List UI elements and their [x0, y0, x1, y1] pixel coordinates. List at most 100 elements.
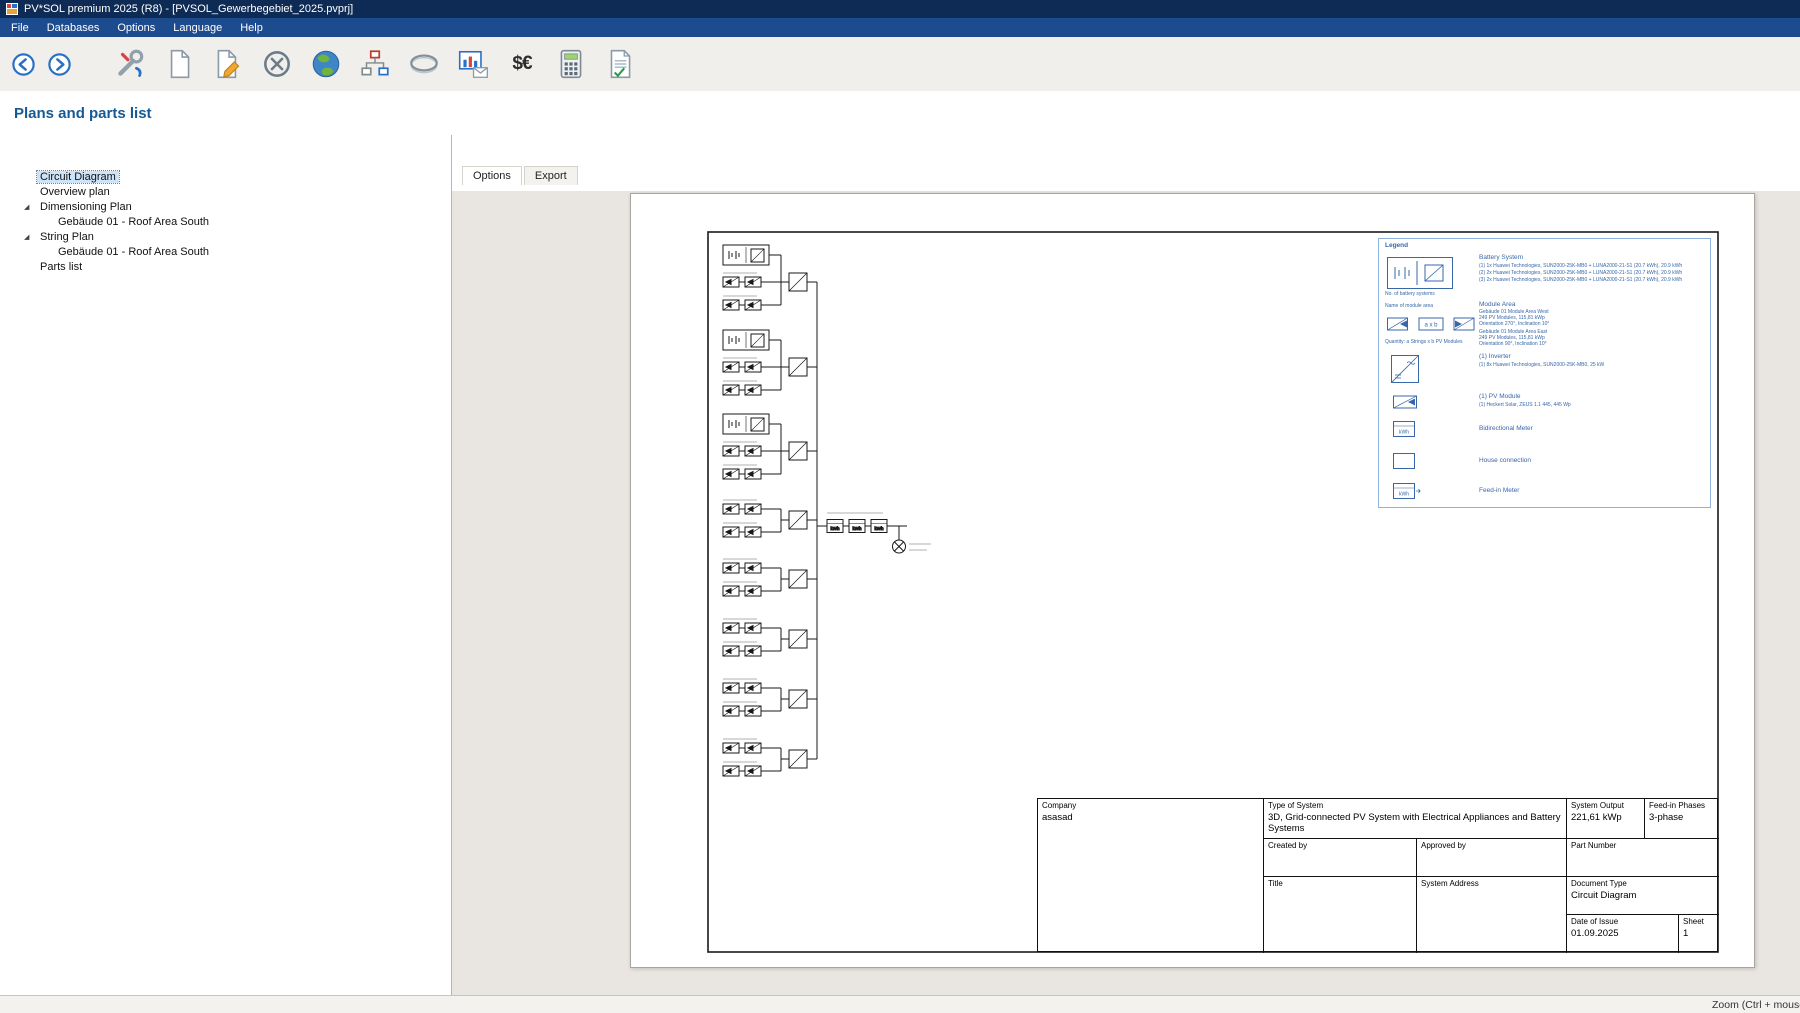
date-of-issue-label: Date of Issue	[1571, 917, 1674, 926]
legend-feed-in-meter-icon: kWh	[1393, 483, 1423, 499]
legend-battery-heading: Battery System	[1479, 254, 1523, 261]
system-output-value: 221,61 kWp	[1571, 813, 1640, 824]
tab-bar: Options Export	[452, 135, 1800, 191]
feed-in-phases-value: 3-phase	[1649, 813, 1715, 824]
back-button[interactable]	[10, 51, 37, 78]
content-area: Circuit Diagram Overview plan ◢ Dimensio…	[0, 135, 1800, 995]
3d-view-button[interactable]	[306, 44, 346, 84]
sheet-label: Sheet	[1683, 917, 1715, 926]
company-label: Company	[1042, 801, 1259, 810]
system-address-label: System Address	[1421, 879, 1562, 888]
horizon-shading-button[interactable]	[404, 44, 444, 84]
tab-export[interactable]: Export	[524, 166, 578, 185]
tree-item-dimensioning-plan[interactable]: ◢ Dimensioning Plan	[0, 199, 451, 214]
project-tools-button[interactable]	[110, 44, 150, 84]
calculator-button[interactable]	[551, 44, 591, 84]
svg-text:a x b: a x b	[1424, 323, 1438, 329]
legend-inverter-heading: (1) Inverter	[1479, 353, 1511, 360]
zoom-hint: Zoom (Ctrl + mouse wheel)	[1712, 999, 1800, 1011]
title-block-title-cell: Title	[1264, 877, 1417, 953]
legend-module-area-heading: Module Area	[1479, 301, 1516, 308]
legend-inverter-icon	[1391, 355, 1419, 383]
legend-inverter-line: (1) 8x Huawei Technologies, SUN2000-25K-…	[1479, 362, 1604, 368]
forward-button[interactable]	[46, 51, 73, 78]
tree-item-overview-plan[interactable]: Overview plan	[0, 184, 451, 199]
circuit-wiring	[723, 245, 931, 776]
diagram-legend: Legend No. of battery systems Battery Sy…	[1378, 238, 1711, 508]
chart-envelope-icon	[456, 47, 490, 81]
menu-file[interactable]: File	[2, 20, 38, 36]
title-block-sheet-cell: Sheet 1	[1679, 915, 1719, 953]
currency-icon: $€	[512, 53, 531, 75]
report-button[interactable]	[600, 44, 640, 84]
tree-item-string-plan[interactable]: ◢ String Plan	[0, 229, 451, 244]
drawing-viewport[interactable]: kWh	[452, 191, 1800, 995]
back-arrow-icon	[10, 51, 37, 78]
calculator-icon	[554, 47, 588, 81]
legend-bidirectional-meter-icon: kWh	[1393, 421, 1415, 437]
title-block-company-cell: Company asasad	[1038, 799, 1264, 953]
legend-module-area-icon: a x b	[1387, 313, 1475, 335]
legend-feed-in-meter-label: Feed-in Meter	[1479, 487, 1519, 494]
legend-battery-icon	[1387, 257, 1453, 289]
menu-bar: File Databases Options Language Help	[0, 18, 1800, 37]
legend-house-connection-label: House connection	[1479, 457, 1531, 464]
tree-item-parts-list[interactable]: Parts list	[0, 259, 451, 274]
menu-language[interactable]: Language	[164, 20, 231, 36]
sheet-value: 1	[1683, 929, 1715, 940]
legend-house-connection-icon	[1393, 453, 1415, 469]
expander-icon[interactable]: ◢	[24, 203, 37, 211]
tab-options[interactable]: Options	[462, 166, 522, 185]
legend-module-area-label: Name of module area	[1385, 303, 1475, 310]
feed-in-phases-label: Feed-in Phases	[1649, 801, 1715, 810]
report-page-icon	[603, 47, 637, 81]
legend-title: Legend	[1385, 242, 1408, 249]
page-pencil-icon	[211, 47, 245, 81]
title-block-address-cell: System Address	[1417, 877, 1567, 953]
circle-x-icon	[260, 47, 294, 81]
cancel-project-button[interactable]	[257, 44, 297, 84]
menu-options[interactable]: Options	[108, 20, 164, 36]
legend-battery-line: (1) 1x Huawei Technologies, SUN2000-25K-…	[1479, 263, 1682, 269]
created-by-label: Created by	[1268, 841, 1412, 850]
legend-module-area-line: Orientation 270°, Inclination 10°	[1479, 321, 1549, 327]
title-block-phases-cell: Feed-in Phases 3-phase	[1645, 799, 1719, 839]
org-chart-icon	[358, 47, 392, 81]
title-block-output-cell: System Output 221,61 kWp	[1567, 799, 1645, 839]
legend-bidirectional-meter-label: Bidirectional Meter	[1479, 425, 1533, 432]
type-of-system-label: Type of System	[1268, 801, 1562, 810]
new-plan-button[interactable]	[159, 44, 199, 84]
menu-databases[interactable]: Databases	[38, 20, 109, 36]
ellipse-ring-icon	[407, 47, 441, 81]
document-type-value: Circuit Diagram	[1571, 891, 1715, 902]
expander-icon[interactable]: ◢	[24, 233, 37, 241]
legend-module-area-line: Orientation 90°, Inclination 10°	[1479, 341, 1547, 347]
send-results-button[interactable]	[453, 44, 493, 84]
tariffs-button[interactable]: $€	[502, 44, 542, 84]
window-title: PV*SOL premium 2025 (R8) - [PVSOL_Gewerb…	[24, 3, 353, 15]
title-block-doctype-cell: Document Type Circuit Diagram	[1567, 877, 1719, 915]
tree-item-circuit-diagram[interactable]: Circuit Diagram	[0, 169, 451, 184]
tree-item-string-plan-child[interactable]: Gebäude 01 - Roof Area South	[0, 244, 451, 259]
title-block-approved-cell: Approved by	[1417, 839, 1567, 877]
title-block-type-cell: Type of System 3D, Grid-connected PV Sys…	[1264, 799, 1567, 839]
menu-help[interactable]: Help	[231, 20, 272, 36]
legend-battery-line: (2) 2x Huawei Technologies, SUN2000-25K-…	[1479, 270, 1682, 276]
edit-plan-button[interactable]	[208, 44, 248, 84]
tree-item-dimensioning-child[interactable]: Gebäude 01 - Roof Area South	[0, 214, 451, 229]
blank-page-icon	[162, 47, 196, 81]
globe-icon	[309, 47, 343, 81]
svg-text:kWh: kWh	[1399, 430, 1409, 436]
tools-icon	[113, 47, 147, 81]
system-output-label: System Output	[1571, 801, 1640, 810]
forward-arrow-icon	[46, 51, 73, 78]
main-area: Options Export	[452, 135, 1800, 995]
page-title: Plans and parts list	[0, 91, 1800, 135]
system-diagram-button[interactable]	[355, 44, 395, 84]
title-block-created-cell: Created by	[1264, 839, 1417, 877]
legend-battery-caption: No. of battery systems	[1385, 291, 1473, 298]
date-of-issue-value: 01.09.2025	[1571, 929, 1674, 940]
status-bar: Zoom (Ctrl + mouse wheel)	[0, 995, 1800, 1013]
plans-tree: Circuit Diagram Overview plan ◢ Dimensio…	[0, 135, 452, 995]
legend-pv-module-icon	[1393, 395, 1417, 409]
